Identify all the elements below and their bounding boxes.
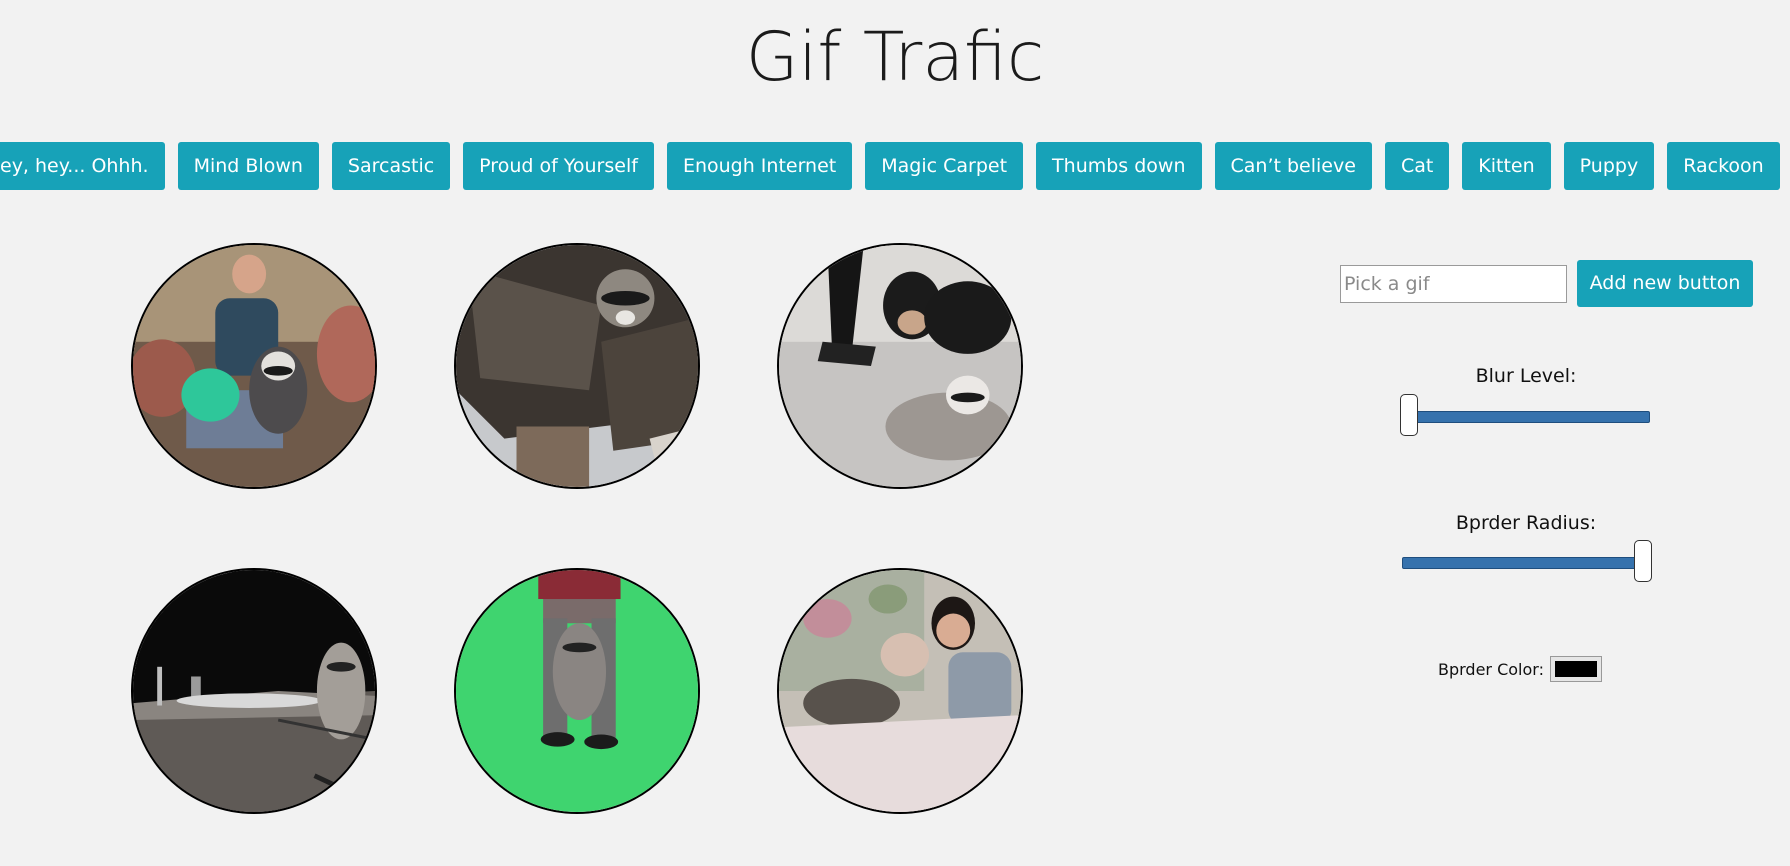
topic-button[interactable]: ey, hey... Ohhh. [0,142,165,190]
page-title: Gif Trafic [745,18,1045,97]
gif-search-input[interactable] [1340,265,1567,303]
gif-image[interactable] [454,568,700,814]
slider-thumb[interactable] [1634,540,1652,582]
topic-button[interactable]: Cat [1384,142,1450,190]
topic-button[interactable]: Rackoon [1667,142,1780,190]
gif-image[interactable] [777,243,1023,489]
blur-level-slider[interactable] [1400,394,1652,440]
border-color-row: Bprder Color: [1438,656,1602,682]
gif-image[interactable] [131,243,377,489]
topic-button[interactable]: Puppy [1563,142,1655,190]
topic-button[interactable]: Thumbs down [1036,142,1202,190]
border-color-label: Bprder Color: [1438,659,1544,679]
color-swatch [1554,661,1597,677]
topic-button[interactable]: Proud of Yourself [463,142,654,190]
topic-button[interactable]: Can’t believe [1214,142,1372,190]
topic-button-bar: ey, hey... Ohhh. Mind Blown Sarcastic Pr… [0,142,1780,190]
gif-image[interactable] [777,568,1023,814]
topic-button[interactable]: Mind Blown [177,142,319,190]
blur-level-label: Blur Level: [1475,365,1577,387]
border-radius-slider[interactable] [1400,540,1652,586]
slider-track [1402,411,1650,423]
topic-button[interactable]: Kitten [1462,142,1551,190]
add-new-button[interactable]: Add new button [1577,260,1753,307]
gif-image[interactable] [131,568,377,814]
topic-button[interactable]: Enough Internet [666,142,853,190]
slider-track [1402,557,1650,569]
controls-panel: Add new button Blur Level: Bprder Radius… [1330,250,1780,700]
gif-grid [131,243,1031,823]
gif-image[interactable] [454,243,700,489]
topic-button[interactable]: Sarcastic [331,142,451,190]
slider-thumb[interactable] [1400,394,1418,436]
border-color-picker[interactable] [1549,656,1602,682]
border-radius-label: Bprder Radius: [1455,512,1597,534]
topic-button[interactable]: Magic Carpet [865,142,1024,190]
